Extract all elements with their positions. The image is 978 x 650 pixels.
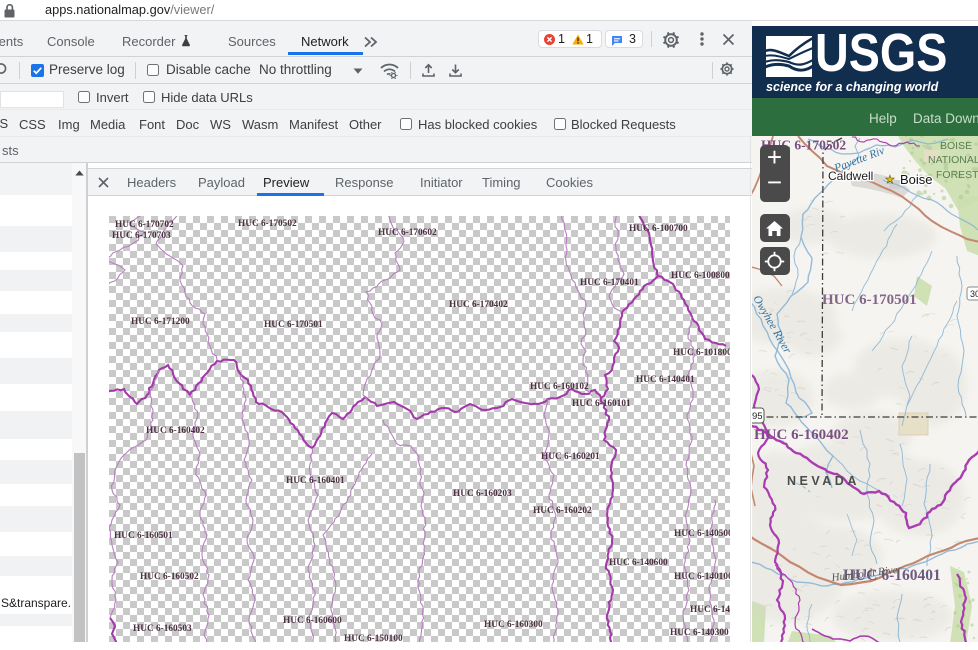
svg-text:HUC 6-160102: HUC 6-160102: [530, 382, 589, 392]
svg-text:HUC 6-150100: HUC 6-150100: [344, 634, 403, 642]
svg-text:Boise: Boise: [900, 172, 933, 187]
svg-text:BOISE: BOISE: [940, 140, 972, 152]
svg-text:HUC 6-101800: HUC 6-101800: [673, 348, 730, 358]
svg-text:NEVADA: NEVADA: [787, 474, 860, 488]
svg-text:30: 30: [970, 289, 978, 299]
svg-text:HUC 6-171200: HUC 6-171200: [131, 317, 190, 327]
svg-text:HUC 6-170401: HUC 6-170401: [580, 278, 639, 288]
svg-text:95: 95: [752, 411, 763, 422]
svg-text:HUC 6-170702: HUC 6-170702: [115, 220, 174, 230]
svg-text:HUC 6-170502: HUC 6-170502: [238, 219, 297, 229]
svg-text:HUC 6-160502: HUC 6-160502: [140, 572, 199, 582]
svg-text:HUC 6-140200: HUC 6-140200: [690, 605, 730, 615]
svg-text:HUC 6-140300: HUC 6-140300: [670, 628, 729, 638]
svg-text:HUC 6-160201: HUC 6-160201: [541, 452, 600, 462]
svg-text:HUC 6-140500: HUC 6-140500: [674, 529, 730, 539]
svg-text:HUC 6-170501: HUC 6-170501: [264, 320, 323, 330]
svg-text:HUC 6-160300: HUC 6-160300: [484, 620, 543, 630]
svg-text:HUC 6-160600: HUC 6-160600: [283, 616, 342, 626]
svg-text:HUC 6-160101: HUC 6-160101: [572, 399, 631, 409]
svg-text:HUC 6-160402: HUC 6-160402: [754, 427, 849, 443]
svg-text:HUC 6-100700: HUC 6-100700: [629, 224, 688, 234]
svg-text:HUC 6-160203: HUC 6-160203: [453, 489, 512, 499]
svg-text:HUC 6-170402: HUC 6-170402: [449, 300, 508, 310]
svg-text:HUC 6-160402: HUC 6-160402: [146, 426, 205, 436]
svg-text:HUC 6-170501: HUC 6-170501: [822, 292, 917, 308]
svg-text:HUC 6-140100: HUC 6-140100: [674, 572, 730, 582]
svg-text:FOREST: FOREST: [936, 169, 978, 181]
svg-text:HUC 6-170703: HUC 6-170703: [112, 231, 171, 241]
svg-text:★: ★: [885, 174, 895, 186]
svg-text:HUC 6-160503: HUC 6-160503: [133, 624, 192, 634]
svg-text:HUC 6-160202: HUC 6-160202: [533, 506, 592, 516]
svg-text:HUC 6-160501: HUC 6-160501: [114, 531, 173, 541]
svg-text:HUC 6-140401: HUC 6-140401: [636, 375, 695, 385]
svg-text:HUC 6-140600: HUC 6-140600: [609, 558, 668, 568]
svg-text:HUC 6-100800: HUC 6-100800: [671, 271, 730, 281]
svg-text:HUC 6-170602: HUC 6-170602: [378, 228, 437, 238]
svg-text:HUC 6-160401: HUC 6-160401: [286, 476, 345, 486]
svg-text:NATIONAL: NATIONAL: [928, 154, 978, 166]
